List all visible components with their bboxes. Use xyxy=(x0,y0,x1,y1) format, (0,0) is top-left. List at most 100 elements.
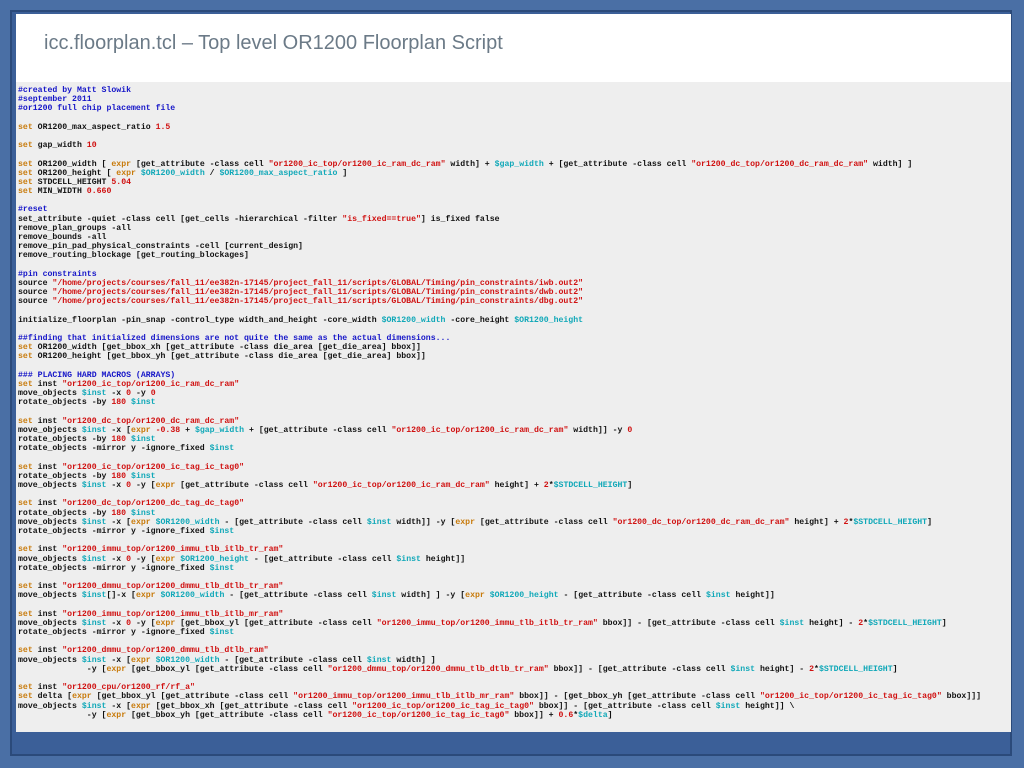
code-token-var: $inst xyxy=(81,655,107,665)
code-token-text: ] xyxy=(941,618,947,628)
code-token-text: rotate_objects -mirror y -ignore_fixed xyxy=(18,628,210,638)
code-token-text: inst xyxy=(32,462,63,472)
code-line: set OR1200_height [get_bbox_yh [get_attr… xyxy=(18,352,1011,361)
code-token-text: width]] -y [ xyxy=(391,517,456,527)
code-token-text: - [get_attribute -class cell xyxy=(219,655,367,665)
code-token-var: $STDCELL_HEIGHT xyxy=(553,481,628,491)
code-token-var: $inst xyxy=(81,389,107,399)
code-token-text: ] xyxy=(627,481,633,491)
code-token-text: OR1200_height [ xyxy=(32,168,117,178)
code-line: set inst "or1200_dmmu_top/or1200_dmmu_tl… xyxy=(18,646,1011,655)
code-token-keyword: expr xyxy=(106,710,127,720)
code-token-text: OR1200_height [get_bbox_yh [get_attribut… xyxy=(32,352,426,362)
code-token-string: "or1200_dc_top/or1200_dc_tag_dc_tag0" xyxy=(62,499,245,509)
code-token-text: bbox]] - [get_attribute -class cell xyxy=(548,664,731,674)
code-line: set inst "or1200_dc_top/or1200_dc_tag_dc… xyxy=(18,499,1011,508)
code-token-text: move_objects xyxy=(18,655,82,665)
code-token-string: "or1200_ic_top/or1200_ic_ram_dc_ram" xyxy=(312,481,490,491)
code-token-var: $OR1200_width xyxy=(155,517,220,527)
code-token-text: -x xyxy=(106,618,127,628)
code-token-text: -x [ xyxy=(106,517,132,527)
code-line: #reset xyxy=(18,205,1011,214)
code-line: -y [expr [get_bbox_yl [get_attribute -cl… xyxy=(18,665,1011,674)
code-line: remove_bounds -all xyxy=(18,233,1011,242)
code-token-text: -x [ xyxy=(106,655,132,665)
code-token-text: bbox]] - [get_bbox_yh [get_attribute -cl… xyxy=(514,692,760,702)
code-token-text: -y [ xyxy=(131,618,156,628)
code-token-text: -x [ xyxy=(106,701,132,711)
code-token-var: $OR1200_width xyxy=(155,655,220,665)
code-token-comment: ### PLACING HARD MACROS (ARRAYS) xyxy=(18,370,176,380)
code-token-keyword: expr xyxy=(106,664,127,674)
code-token-keyword: set xyxy=(18,352,33,362)
code-token-text: [get_bbox_yl [get_attribute -class cell xyxy=(175,618,377,628)
code-token-text: + xyxy=(180,425,195,435)
code-token-text: remove_routing_blockage [get_routing_blo… xyxy=(18,251,249,261)
code-token-keyword: set xyxy=(18,187,33,197)
code-token-comment: #created by Matt Slowik xyxy=(18,86,132,95)
code-token-keyword: set xyxy=(18,545,33,555)
code-token-text: inst xyxy=(32,683,63,693)
code-token-string: "or1200_immu_top/or1200_immu_tlb_itlb_mr… xyxy=(62,609,284,619)
code-line: -y [expr [get_bbox_yh [get_attribute -cl… xyxy=(18,711,1011,720)
code-token-keyword: set xyxy=(18,380,33,389)
code-token-text: ] is_fixed false xyxy=(420,214,500,224)
code-token-var: $delta xyxy=(578,710,608,720)
code-token-number: 5.04 xyxy=(111,177,132,187)
code-token-keyword: expr xyxy=(155,554,176,564)
code-token-number: 0 xyxy=(627,425,633,435)
code-token-number: 10 xyxy=(86,141,97,151)
code-area: #created by Matt Slowik #september 2011 #o… xyxy=(16,82,1011,732)
code-token-var: $OR1200_width xyxy=(160,591,225,601)
code-token-text: height]] xyxy=(730,591,775,601)
code-token-text: - [get_attribute -class cell xyxy=(248,554,397,564)
code-token-text: inst xyxy=(32,416,63,426)
code-line: #pin constraints xyxy=(18,270,1011,279)
code-token-text: move_objects xyxy=(18,554,82,564)
code-line: set inst "or1200_cpu/or1200_rf/rf_a" xyxy=(18,683,1011,692)
code-token-var: $STDCELL_HEIGHT xyxy=(853,517,928,527)
code-token-var: $inst xyxy=(81,554,107,564)
code-line: ##finding that initialized dimensions ar… xyxy=(18,334,1011,343)
code-token-number: 0.6 xyxy=(558,710,574,720)
code-token-keyword: expr xyxy=(465,591,485,601)
code-token-text: -x xyxy=(106,481,127,491)
code-token-text: rotate_objects -by xyxy=(18,435,112,445)
code-token-text: -y [ xyxy=(18,664,107,674)
code-token-keyword: expr xyxy=(116,168,136,178)
code-token-keyword: set xyxy=(18,159,33,169)
code-token-text: move_objects xyxy=(18,701,82,711)
code-token-var: $inst xyxy=(209,628,235,638)
code-token-var: $inst xyxy=(705,591,731,601)
code-token-string: "or1200_immu_top/or1200_immu_tlb_itlb_mr… xyxy=(293,692,515,702)
code-token-text: width] ] -y [ xyxy=(396,591,466,601)
code-token-text: inst xyxy=(32,646,63,656)
code-token-text: inst xyxy=(32,545,63,555)
code-line: rotate_objects -mirror y -ignore_fixed $… xyxy=(18,444,1011,453)
code-token-string: "or1200_ic_top/or1200_ic_tag_ic_tag0" xyxy=(327,710,510,720)
title-bar: icc.floorplan.tcl – Top level OR1200 Flo… xyxy=(16,14,1011,82)
code-token-text: -y [ xyxy=(131,554,156,564)
code-token-comment: ##finding that initialized dimensions ar… xyxy=(18,334,451,344)
code-line: set OR1200_max_aspect_ratio 1.5 xyxy=(18,123,1011,132)
code-token-text: [get_attribute -class cell xyxy=(175,481,313,491)
code-token-text: ] xyxy=(337,168,348,178)
code-token-var: $inst xyxy=(371,591,397,601)
code-line: set gap_width 10 xyxy=(18,141,1011,150)
code-token-text: -y [ xyxy=(18,710,107,720)
code-token-text: move_objects xyxy=(18,425,82,435)
code-token-text: width] + xyxy=(445,159,495,169)
code-token-comment: #reset xyxy=(18,205,48,215)
code-line: set inst "or1200_dc_top/or1200_dc_ram_dc… xyxy=(18,417,1011,426)
slide-title: icc.floorplan.tcl – Top level OR1200 Flo… xyxy=(44,32,503,54)
code-token-string: "or1200_ic_top/or1200_ic_ram_dc_ram" xyxy=(62,380,240,389)
code-token-keyword: set xyxy=(18,141,33,151)
code-token-string: "/home/projects/courses/fall_11/ee382n-1… xyxy=(52,278,584,288)
